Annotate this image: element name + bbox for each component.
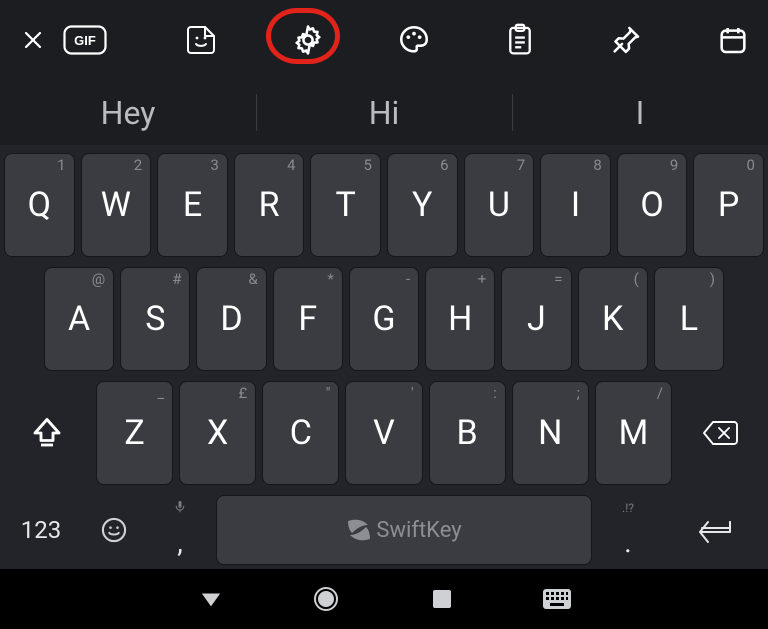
gif-icon: GIF bbox=[63, 25, 107, 55]
shift-key[interactable] bbox=[4, 381, 90, 485]
suggestion-1[interactable]: Hey bbox=[0, 80, 256, 145]
nav-recents-button[interactable] bbox=[422, 579, 462, 619]
nav-back-button[interactable] bbox=[191, 579, 231, 619]
key-l[interactable]: )L bbox=[654, 267, 724, 371]
key-o[interactable]: 9O bbox=[617, 153, 688, 257]
emoji-key[interactable] bbox=[84, 495, 144, 565]
nav-keyboard-toggle[interactable] bbox=[537, 579, 577, 619]
key-u[interactable]: 7U bbox=[464, 153, 535, 257]
close-button[interactable] bbox=[10, 17, 56, 63]
sticker-icon bbox=[185, 24, 217, 56]
swiftkey-logo-icon bbox=[346, 519, 372, 541]
gif-button[interactable]: GIF bbox=[62, 17, 108, 63]
home-icon bbox=[313, 586, 339, 612]
suggestion-2[interactable]: Hi bbox=[256, 80, 512, 145]
keyboard-row-1: 1Q 2W 3E 4R 5T 6Y 7U 8I 9O 0P bbox=[4, 153, 764, 257]
clipboard-icon bbox=[505, 23, 535, 57]
backspace-icon bbox=[701, 418, 741, 448]
gear-icon bbox=[291, 23, 325, 57]
palette-icon bbox=[397, 23, 431, 57]
key-z[interactable]: _Z bbox=[96, 381, 173, 485]
key-d[interactable]: &D bbox=[196, 267, 266, 371]
enter-key[interactable] bbox=[664, 495, 764, 565]
keyboard-toolbar: GIF bbox=[0, 0, 768, 80]
keyboard-toggle-icon bbox=[543, 589, 571, 609]
comma-key[interactable]: , bbox=[150, 495, 210, 565]
key-n[interactable]: ;N bbox=[512, 381, 589, 485]
key-k[interactable]: (K bbox=[578, 267, 648, 371]
key-i[interactable]: 8I bbox=[540, 153, 611, 257]
key-b[interactable]: :B bbox=[429, 381, 506, 485]
numbers-key[interactable]: 123 bbox=[4, 495, 78, 565]
key-c[interactable]: "C bbox=[262, 381, 339, 485]
svg-text:GIF: GIF bbox=[74, 33, 96, 48]
key-q[interactable]: 1Q bbox=[4, 153, 75, 257]
key-h[interactable]: +H bbox=[425, 267, 495, 371]
key-p[interactable]: 0P bbox=[693, 153, 764, 257]
android-navbar bbox=[0, 569, 768, 629]
sticker-button[interactable] bbox=[178, 17, 224, 63]
keyboard-row-4: 123 , SwiftKey .!? . bbox=[4, 495, 764, 565]
keyboard-row-2: @A #S &D *F -G +H =J (K )L bbox=[4, 267, 764, 371]
keyboard: 1Q 2W 3E 4R 5T 6Y 7U 8I 9O 0P @A #S &D *… bbox=[0, 145, 768, 569]
key-y[interactable]: 6Y bbox=[387, 153, 458, 257]
keyboard-row-3: _Z £X "C 'V :B ;N /M bbox=[4, 381, 764, 485]
emoji-icon bbox=[100, 516, 128, 544]
key-j[interactable]: =J bbox=[501, 267, 571, 371]
pin-icon bbox=[610, 24, 642, 56]
key-x[interactable]: £X bbox=[179, 381, 256, 485]
spacebar[interactable]: SwiftKey bbox=[216, 495, 592, 565]
key-f[interactable]: *F bbox=[273, 267, 343, 371]
key-v[interactable]: 'V bbox=[345, 381, 422, 485]
key-s[interactable]: #S bbox=[120, 267, 190, 371]
key-g[interactable]: -G bbox=[349, 267, 419, 371]
suggestion-bar: Hey Hi I bbox=[0, 80, 768, 145]
nav-home-button[interactable] bbox=[306, 579, 346, 619]
key-e[interactable]: 3E bbox=[157, 153, 228, 257]
key-w[interactable]: 2W bbox=[81, 153, 152, 257]
backspace-key[interactable] bbox=[678, 381, 764, 485]
period-key[interactable]: .!? . bbox=[598, 495, 658, 565]
back-icon bbox=[200, 588, 222, 610]
calendar-button[interactable] bbox=[710, 17, 756, 63]
close-icon bbox=[21, 28, 45, 52]
key-t[interactable]: 5T bbox=[310, 153, 381, 257]
pin-button[interactable] bbox=[603, 17, 649, 63]
recents-icon bbox=[432, 589, 452, 609]
enter-icon bbox=[694, 516, 734, 544]
key-r[interactable]: 4R bbox=[234, 153, 305, 257]
key-a[interactable]: @A bbox=[44, 267, 114, 371]
clipboard-button[interactable] bbox=[497, 17, 543, 63]
themes-button[interactable] bbox=[391, 17, 437, 63]
mic-icon bbox=[174, 501, 186, 513]
calendar-icon bbox=[717, 24, 749, 56]
shift-icon bbox=[29, 415, 65, 451]
suggestion-3[interactable]: I bbox=[512, 80, 768, 145]
key-m[interactable]: /M bbox=[595, 381, 672, 485]
settings-button[interactable] bbox=[285, 17, 331, 63]
spacebar-label: SwiftKey bbox=[376, 518, 461, 543]
